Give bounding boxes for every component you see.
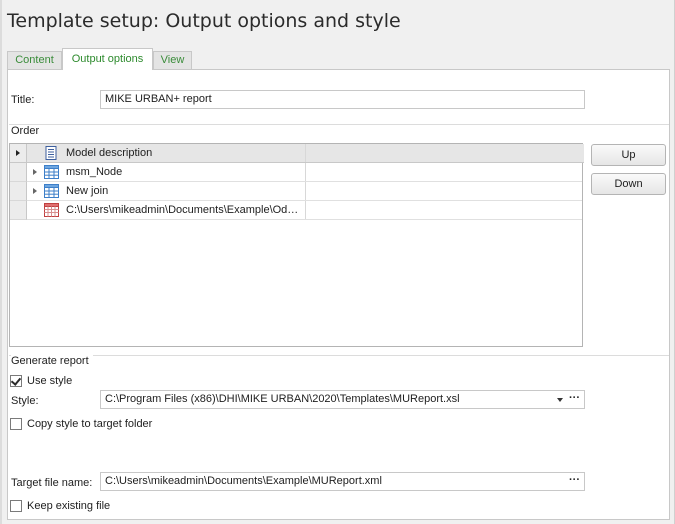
- target-file-value: C:\Users\mikeadmin\Documents\Example\MUR…: [105, 475, 382, 487]
- grid-row[interactable]: msm_Node: [10, 163, 584, 182]
- row-indicator[interactable]: [10, 201, 27, 220]
- tab-output-options[interactable]: Output options: [62, 48, 153, 70]
- expand-arrow-icon[interactable]: [33, 169, 37, 175]
- style-label: Style:: [11, 395, 39, 407]
- up-button[interactable]: Up: [591, 144, 666, 166]
- keep-existing-label[interactable]: Keep existing file: [27, 500, 110, 512]
- table-icon: [44, 184, 59, 198]
- grid-header-label: Model description: [66, 147, 153, 159]
- use-style-checkbox[interactable]: [10, 375, 22, 387]
- table-icon: [44, 165, 59, 179]
- order-group-caption: Order: [11, 125, 44, 137]
- grid-header-row: Model description: [10, 144, 584, 163]
- expand-arrow-icon[interactable]: [33, 188, 37, 194]
- tab-view[interactable]: View: [153, 51, 192, 69]
- column-separator: [305, 163, 306, 182]
- title-label: Title:: [11, 94, 35, 106]
- row-divider: [27, 219, 582, 220]
- style-combobox[interactable]: C:\Program Files (x86)\DHI\MIKE URBAN\20…: [100, 390, 585, 409]
- row-label: New join: [66, 185, 109, 197]
- style-value: C:\Program Files (x86)\DHI\MIKE URBAN\20…: [105, 393, 460, 405]
- page-title: Template setup: Output options and style: [7, 10, 401, 32]
- row-indicator[interactable]: [10, 163, 27, 182]
- chevron-down-icon[interactable]: [557, 398, 563, 402]
- window-left-edge: [0, 0, 2, 524]
- row-label: C:\Users\mikeadmin\Documents\Example\Od…: [66, 204, 299, 216]
- order-divider: [9, 124, 669, 125]
- document-icon: [45, 146, 57, 160]
- grid-row[interactable]: C:\Users\mikeadmin\Documents\Example\Od…: [10, 201, 584, 220]
- copy-style-label[interactable]: Copy style to target folder: [27, 418, 152, 430]
- copy-style-checkbox[interactable]: [10, 418, 22, 430]
- generate-report-divider: [9, 355, 669, 356]
- column-separator: [305, 144, 306, 163]
- tab-content[interactable]: Content: [7, 51, 62, 69]
- column-separator: [305, 182, 306, 201]
- checkmark-icon: [10, 375, 22, 386]
- browse-ellipsis-icon[interactable]: ···: [569, 473, 580, 489]
- title-input[interactable]: MIKE URBAN+ report: [100, 90, 585, 109]
- grid-row[interactable]: New join: [10, 182, 584, 201]
- current-row-icon: [16, 150, 20, 156]
- use-style-label[interactable]: Use style: [27, 375, 72, 387]
- browse-ellipsis-icon[interactable]: ···: [569, 391, 580, 407]
- row-label: msm_Node: [66, 166, 123, 178]
- keep-existing-checkbox[interactable]: [10, 500, 22, 512]
- target-file-input[interactable]: C:\Users\mikeadmin\Documents\Example\MUR…: [100, 472, 585, 491]
- generate-report-caption: Generate report: [11, 355, 93, 367]
- target-file-label: Target file name:: [11, 477, 93, 489]
- order-grid[interactable]: Model description msm_Node New join C:\U…: [9, 143, 584, 347]
- row-indicator[interactable]: [10, 144, 27, 163]
- column-separator: [305, 201, 306, 220]
- spreadsheet-icon: [44, 203, 59, 217]
- down-button[interactable]: Down: [591, 173, 666, 195]
- row-indicator[interactable]: [10, 182, 27, 201]
